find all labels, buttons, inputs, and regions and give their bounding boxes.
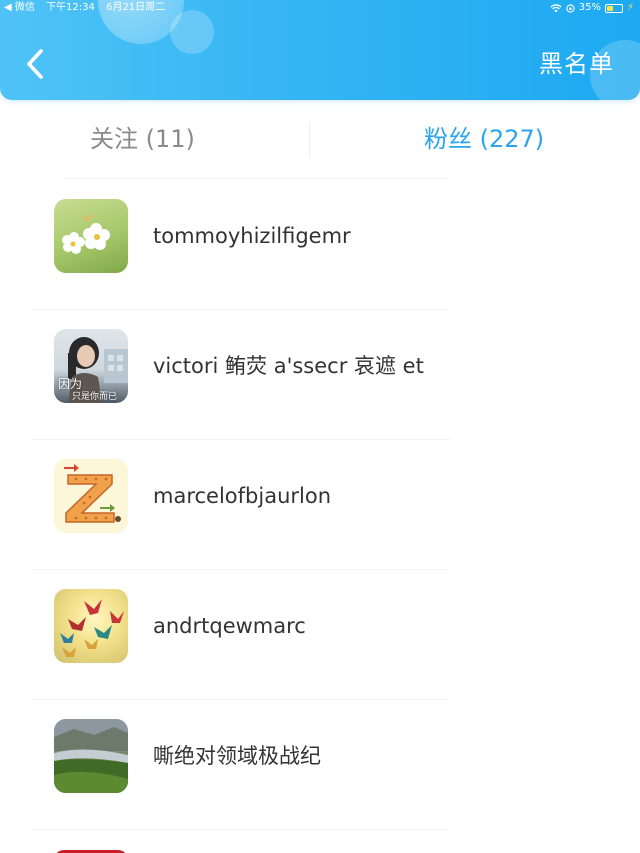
fans-list: tommoyhizilfigemr 因为 只是你而已 victori 鲔荧 a'… (0, 180, 640, 830)
letter-z-avatar-icon (64, 464, 121, 523)
wifi-icon (550, 3, 562, 12)
header-bar: ◀ 微信 下午12:34 6月21日周二 35% ⚡ 黑名单 (0, 0, 640, 100)
list-item[interactable]: andrtqewmarc (0, 570, 640, 700)
status-bar: ◀ 微信 下午12:34 6月21日周二 35% ⚡ (0, 0, 640, 16)
status-right: 35% ⚡ (546, 0, 634, 16)
blossom-avatar-icon (62, 214, 110, 254)
list-item[interactable]: 因为 只是你而已 victori 鲔荧 a'ssecr 哀遮 et (0, 310, 640, 440)
fan-username: andrtqewmarc (153, 614, 306, 638)
back-to-app-label[interactable]: ◀ 微信 (4, 2, 35, 13)
fan-username: marcelofbjaurlon (153, 484, 332, 508)
landscape-avatar-icon (54, 719, 128, 793)
list-item[interactable]: marcelofbjaurlon (0, 440, 640, 570)
tab-bar: 关注 (11) 粉丝 (227) (0, 112, 640, 168)
list-item[interactable]: 嘶绝对领域极战纪 (0, 700, 640, 830)
battery-icon (604, 3, 623, 13)
decorative-bubble (170, 10, 214, 54)
status-left: ◀ 微信 下午12:34 6月21日周二 (4, 0, 173, 16)
charging-icon: ⚡ (626, 2, 634, 13)
paper-cranes-avatar-icon (60, 599, 124, 657)
tab-divider (309, 122, 310, 158)
tab-fans[interactable]: 粉丝 (227) (424, 122, 544, 156)
fans-list-screen: ◀ 微信 下午12:34 6月21日周二 35% ⚡ 黑名单 关注 (11) 粉… (0, 0, 640, 853)
battery-level (606, 5, 613, 11)
tab-following[interactable]: 关注 (11) (90, 122, 195, 156)
list-divider (32, 829, 450, 830)
avatar-caption: 只是你而已 (72, 392, 118, 402)
fan-username: tommoyhizilfigemr (153, 224, 351, 248)
status-time: 下午12:34 (46, 2, 95, 13)
fan-username: victori 鲔荧 a'ssecr 哀遮 et (153, 354, 424, 378)
status-date: 6月21日周二 (106, 2, 166, 13)
avatar[interactable] (54, 589, 128, 663)
avatar[interactable] (54, 199, 128, 273)
orientation-lock-icon (566, 3, 575, 13)
avatar[interactable]: 因为 只是你而已 (54, 329, 128, 403)
list-item[interactable]: tommoyhizilfigemr (0, 180, 640, 310)
tabs-divider-line (62, 178, 450, 179)
fan-username: 嘶绝对领域极战纪 (153, 744, 321, 768)
chevron-left-icon (27, 49, 43, 79)
avatar[interactable] (54, 459, 128, 533)
back-button[interactable] (18, 44, 52, 84)
blacklist-button[interactable]: 黑名单 (539, 48, 614, 80)
battery-percent: 35% (578, 2, 601, 13)
avatar[interactable] (54, 719, 128, 793)
